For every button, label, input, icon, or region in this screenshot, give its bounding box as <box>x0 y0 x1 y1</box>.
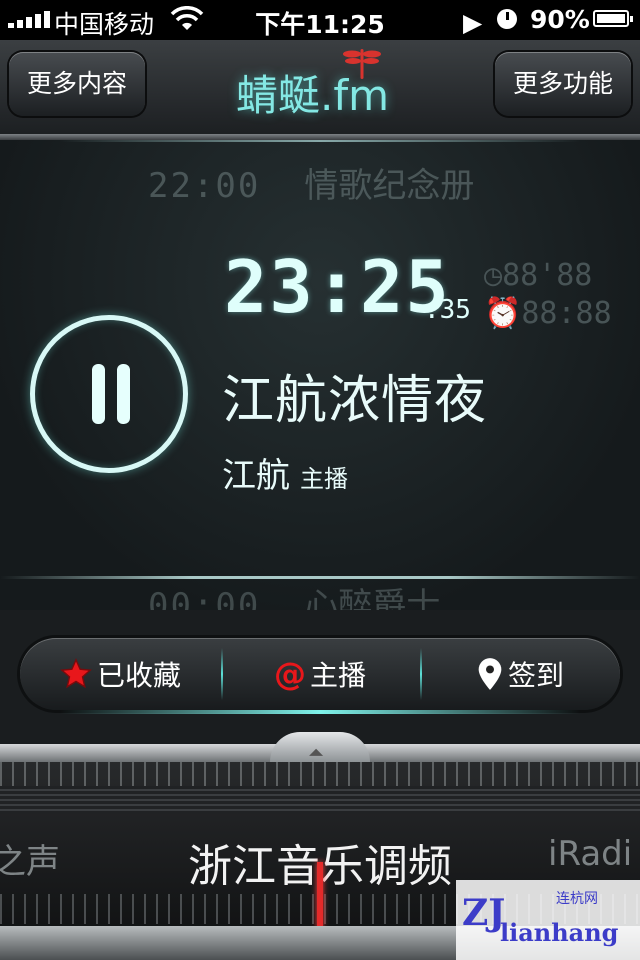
speaker-grille <box>0 786 640 814</box>
favorite-label: 已收藏 <box>96 659 181 692</box>
up-arrow-icon: ⏶ <box>308 740 324 764</box>
dial-ticks <box>0 762 640 786</box>
app-logo: 蜻蜓.fm <box>236 71 390 120</box>
station-item[interactable]: iRadi <box>548 834 632 874</box>
previous-program[interactable]: 22:00 情歌纪念册 <box>148 158 474 207</box>
checkin-label: 签到 <box>507 659 564 692</box>
watermark-logo: 连杭网 ZJ lianhang <box>456 880 640 960</box>
watermark-initials: ZJ <box>462 892 506 934</box>
favorite-button[interactable]: 已收藏 <box>20 638 220 710</box>
location-pin-icon <box>478 658 502 690</box>
pause-button[interactable] <box>30 315 188 473</box>
sleep-timer-display[interactable]: ◷88'88 <box>484 258 592 293</box>
watermark-name: lianhang <box>500 918 619 947</box>
clock-display: 23:25 <box>224 245 451 329</box>
play-status-icon: ▶ <box>463 8 483 37</box>
checkin-button[interactable]: 签到 <box>420 638 620 710</box>
watermark-cn: 连杭网 <box>556 891 598 907</box>
status-bar: 中国移动 下午11:25 ▶ 90% <box>0 0 640 40</box>
more-functions-button[interactable]: 更多功能 <box>495 52 631 116</box>
screen: 中国移动 下午11:25 ▶ 90% 更多内容 蜻蜓.fm 更多功能 22:00… <box>0 0 640 960</box>
tuner-needle <box>317 862 323 928</box>
pause-icon <box>92 364 105 424</box>
clock-seconds-value: 35 <box>439 295 471 325</box>
program-title: 江航浓情夜 <box>222 371 488 431</box>
alarm-display[interactable]: ⏰88:88 <box>484 296 612 331</box>
clock-seconds: :35 <box>424 295 471 325</box>
alarm-value: 88:88 <box>521 296 612 331</box>
program-panel: 22:00 情歌纪念册 23:25 :35 ◷88'88 ⏰88:88 江航浓情夜… <box>0 140 640 610</box>
host-name: 江航 <box>222 456 290 496</box>
previous-program-title: 情歌纪念册 <box>304 166 475 206</box>
action-bar: 已收藏 @ 主播 签到 <box>20 638 620 714</box>
star-icon <box>60 658 92 689</box>
battery-percent: 90% <box>530 5 590 34</box>
at-icon: @ <box>273 655 306 693</box>
action-bar-glow <box>60 710 580 714</box>
next-program-title: 心醉爵士 <box>304 586 441 610</box>
host-button[interactable]: @ 主播 <box>220 638 420 710</box>
sleep-timer-value: 88'88 <box>502 258 593 293</box>
divider <box>60 140 580 142</box>
host-button-label: 主播 <box>309 659 366 692</box>
battery-icon <box>593 10 633 27</box>
previous-program-time: 22:00 <box>148 166 261 206</box>
alarm-status-icon <box>497 9 517 29</box>
header: 更多内容 蜻蜓.fm 更多功能 <box>0 40 640 140</box>
more-content-button[interactable]: 更多内容 <box>9 52 145 116</box>
host-info: 江航 主播 <box>222 448 348 497</box>
next-program-time: 00:00 <box>148 586 261 610</box>
next-program[interactable]: 00:00 心醉爵士 <box>148 578 440 610</box>
host-label: 主播 <box>300 465 348 493</box>
